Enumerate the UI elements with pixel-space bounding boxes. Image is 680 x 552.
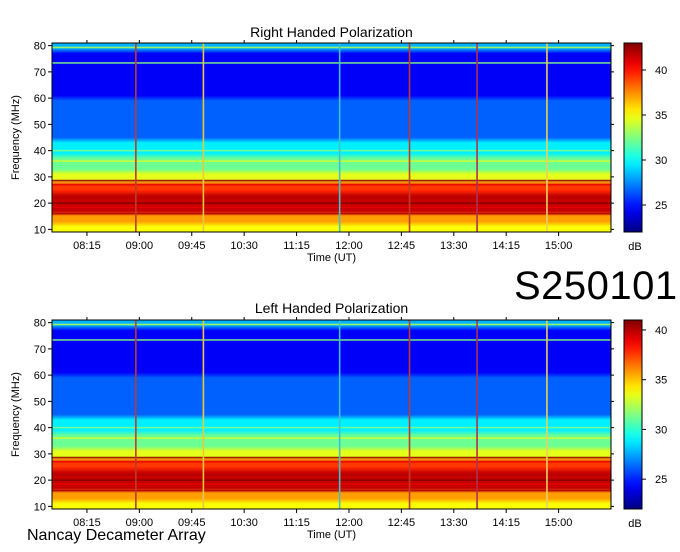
x-tick-label: 14:15: [492, 517, 520, 529]
x-tick-label: 11:15: [283, 240, 310, 252]
x-tick-label: 09:00: [126, 240, 154, 252]
y-tick-label: 80: [34, 318, 46, 330]
y-tick-label: 30: [34, 172, 46, 184]
plot-title: Left Handed Polarization: [255, 300, 408, 316]
left-polarization-panel: Left Handed Polarization 10 20 30 40 50 60 70 80…: [10, 300, 667, 541]
x-tick-label: 12:00: [335, 517, 363, 529]
y-tick-label: 60: [34, 370, 46, 382]
x-tick-label: 14:15: [492, 240, 520, 252]
colorbar-tick-label: 25: [655, 200, 667, 212]
y-tick-label: 40: [34, 423, 46, 435]
y-tick-label: 10: [34, 224, 46, 236]
x-tick-label: 10:30: [230, 517, 258, 529]
y-tick-label: 70: [34, 344, 46, 356]
x-tick-label: 13:30: [440, 517, 468, 529]
y-tick-label: 10: [34, 501, 46, 513]
x-tick-label: 12:00: [335, 240, 363, 252]
y-tick-label: 20: [34, 475, 46, 487]
x-tick-label: 13:30: [440, 240, 468, 252]
x-tick-label: 12:45: [388, 240, 416, 252]
right-polarization-panel: Right Handed Polarization 10 20 30 40 50 60 70 8…: [10, 24, 667, 264]
x-tick-label: 12:45: [388, 517, 416, 529]
y-tick-label: 40: [34, 146, 46, 158]
colorbar-tick-label: 35: [655, 110, 667, 122]
plot-title: Right Handed Polarization: [250, 24, 413, 40]
colorbar-label: dB: [628, 241, 641, 253]
colorbar: [623, 319, 643, 510]
x-tick-label: 08:15: [73, 240, 101, 252]
colorbar-tick-label: 40: [655, 65, 667, 77]
x-axis-label: Time (UT): [307, 252, 356, 264]
x-tick-label: 15:00: [545, 517, 573, 529]
colorbar: [623, 42, 643, 233]
colorbar-label: dB: [628, 518, 641, 530]
colorbar-tick-label: 35: [655, 375, 667, 387]
x-tick-label: 09:45: [178, 240, 206, 252]
x-tick-label: 15:00: [545, 240, 573, 252]
y-tick-label: 30: [34, 449, 46, 461]
observation-code: S250101: [514, 264, 678, 308]
x-axis-label: Time (UT): [307, 529, 356, 541]
x-tick-label: 11:15: [283, 517, 310, 529]
y-tick-label: 80: [34, 41, 46, 53]
y-tick-label: 50: [34, 119, 46, 131]
y-tick-label: 50: [34, 396, 46, 408]
y-axis-label: Frequency (MHz): [10, 372, 22, 457]
y-tick-label: 70: [34, 67, 46, 79]
y-tick-label: 60: [34, 93, 46, 105]
y-axis-label: Frequency (MHz): [10, 95, 22, 180]
colorbar-tick-label: 40: [655, 325, 667, 337]
colorbar-tick-label: 25: [655, 474, 667, 486]
colorbar-tick-label: 30: [655, 424, 667, 436]
colorbar-tick-label: 30: [655, 155, 667, 167]
instrument-label: Nancay Decameter Array: [27, 527, 206, 544]
y-tick-label: 20: [34, 198, 46, 210]
x-tick-label: 10:30: [230, 240, 258, 252]
